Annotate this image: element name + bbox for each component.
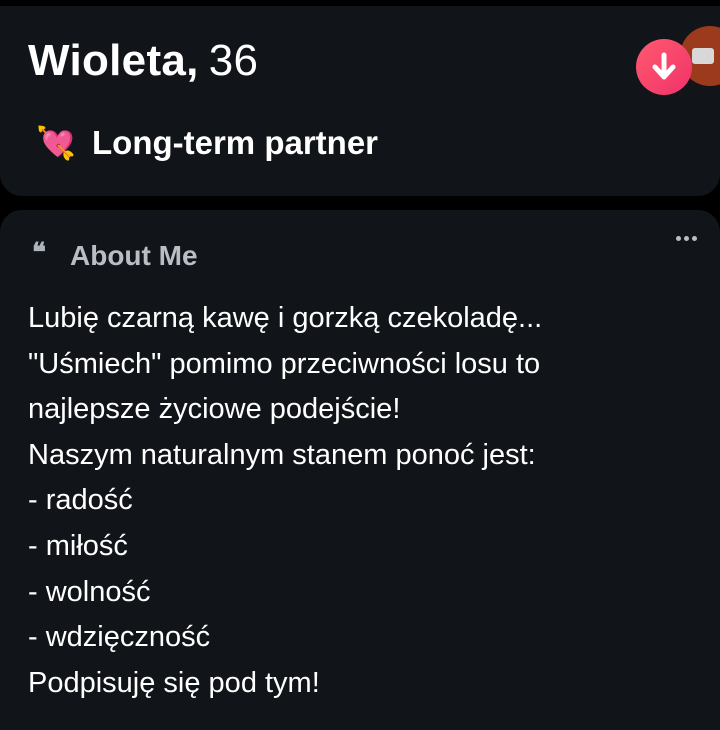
bio-line: - radość bbox=[28, 484, 133, 517]
about-me-header: ❝ About Me bbox=[32, 238, 198, 272]
about-me-text: Lubię czarną kawę i gorzką czekoladę... … bbox=[28, 296, 708, 706]
relationship-intent: 💘 Long-term partner bbox=[36, 124, 378, 162]
more-dots-icon bbox=[676, 236, 681, 241]
more-dots-icon bbox=[692, 236, 697, 241]
about-me-card: ❝ About Me Lubię czarną kawę i gorzką cz… bbox=[0, 210, 720, 730]
more-options-button[interactable] bbox=[676, 236, 697, 241]
quote-icon: ❝ bbox=[32, 238, 46, 268]
bio-line: Lubię czarną kawę i gorzką czekoladę... bbox=[28, 302, 543, 334]
bio-line: Podpisuję się pod tym! bbox=[28, 666, 320, 699]
more-dots-icon bbox=[684, 236, 689, 241]
bio-line: najlepsze życiowe podejście! bbox=[28, 393, 401, 426]
profile-name: Wioleta, bbox=[28, 36, 199, 85]
bio-line: - miłość bbox=[28, 529, 128, 562]
bio-line: "Uśmiech" pomimo przeciwności losu to bbox=[28, 347, 541, 380]
about-me-title: About Me bbox=[70, 240, 198, 271]
arrow-down-icon bbox=[652, 52, 676, 80]
video-camera-icon bbox=[692, 48, 714, 64]
collapse-profile-button[interactable] bbox=[636, 39, 692, 95]
relationship-intent-label: Long-term partner bbox=[92, 124, 379, 161]
bio-line: Naszym naturalnym stanem ponoć jest: bbox=[28, 438, 536, 471]
cupid-heart-icon: 💘 bbox=[36, 125, 76, 161]
bio-line: - wdzięczność bbox=[28, 621, 211, 654]
profile-header-card: Wioleta, 36 💘 Long-term partner bbox=[0, 6, 720, 196]
profile-age: 36 bbox=[208, 36, 259, 85]
bio-line: - wolność bbox=[28, 575, 151, 608]
profile-name-age: Wioleta, 36 bbox=[28, 36, 258, 86]
